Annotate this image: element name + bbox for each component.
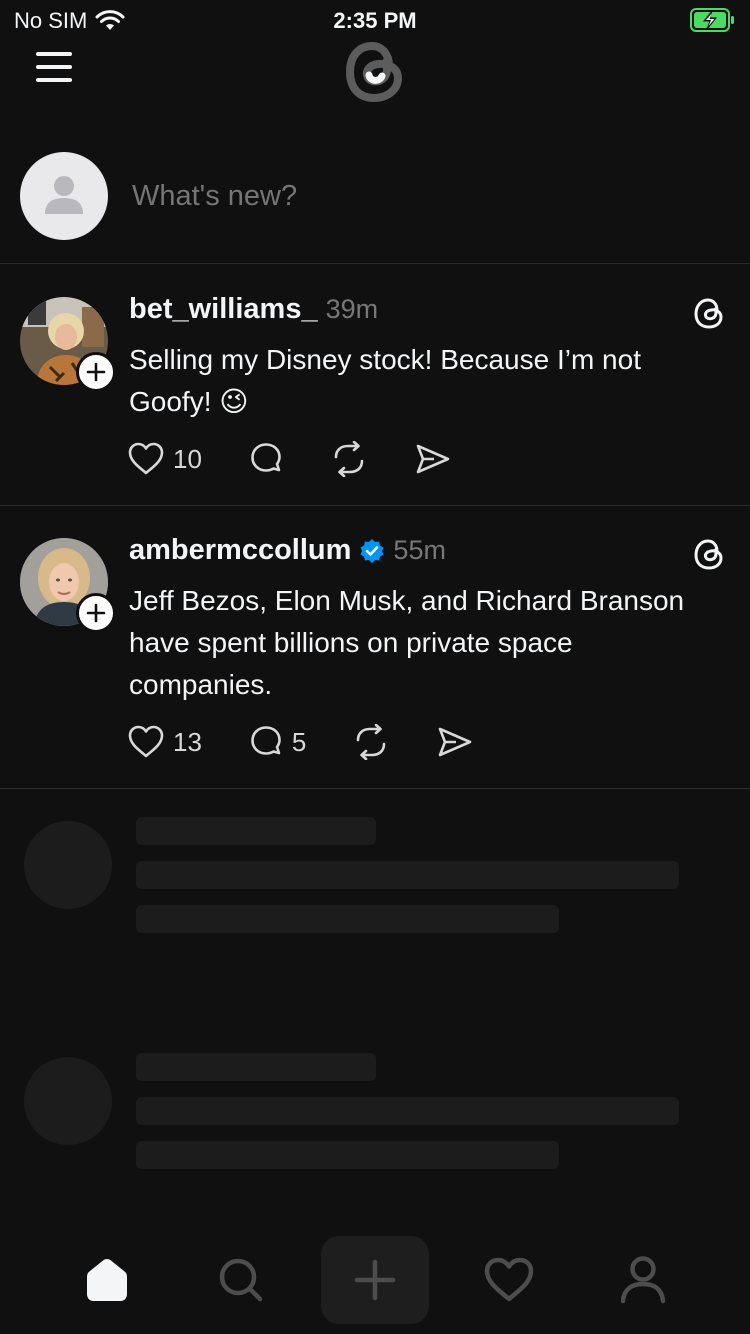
skeleton-line <box>136 905 559 933</box>
tab-activity[interactable] <box>455 1236 563 1324</box>
verified-badge-icon <box>360 538 384 563</box>
send-icon <box>439 727 472 757</box>
post-time: 55m <box>393 535 446 565</box>
post-header: ambermccollum 55m <box>129 534 446 567</box>
heart-icon <box>128 725 164 758</box>
comment-icon <box>251 443 281 472</box>
repost-icon <box>357 724 386 760</box>
like-button[interactable]: 13 <box>127 724 202 760</box>
reply-count: 5 <box>291 726 307 757</box>
menu-line <box>36 78 72 82</box>
plus-icon <box>86 603 106 623</box>
username[interactable]: bet_williams_ <box>129 293 318 326</box>
skeleton-avatar <box>24 821 112 909</box>
threads-icon[interactable] <box>692 536 726 572</box>
skeleton-line <box>136 1097 679 1125</box>
menu-button[interactable] <box>36 52 76 86</box>
like-count: 13 <box>173 726 202 757</box>
skeleton-line <box>136 1053 376 1081</box>
post-actions: 13 5 <box>127 724 474 760</box>
comment-icon <box>251 726 281 755</box>
heart-icon <box>128 442 164 475</box>
threads-logo-icon[interactable] <box>342 36 408 106</box>
share-button[interactable] <box>414 441 452 477</box>
reply-button[interactable]: 5 <box>248 724 306 760</box>
post-text: Selling my Disney stock! Because I’m not… <box>129 344 641 417</box>
skeleton-line <box>136 1141 559 1169</box>
tab-profile[interactable] <box>589 1236 697 1324</box>
menu-line <box>36 52 72 56</box>
home-icon <box>87 1259 127 1301</box>
threads-icon[interactable] <box>692 295 726 331</box>
search-icon <box>219 1258 263 1302</box>
tab-home[interactable] <box>53 1236 161 1324</box>
skeleton-line <box>136 861 679 889</box>
repost-button[interactable] <box>330 441 368 477</box>
plus-icon <box>86 362 106 382</box>
default-avatar-icon <box>45 176 83 214</box>
username[interactable]: ambermccollum <box>129 534 351 567</box>
thread-post[interactable]: ambermccollum 55m Jeff Bezos, Elon Musk,… <box>0 506 750 789</box>
follow-plus-button[interactable] <box>76 352 116 392</box>
skeleton-avatar <box>24 1057 112 1145</box>
own-avatar[interactable] <box>20 152 108 240</box>
repost-button[interactable] <box>352 724 390 760</box>
post-actions: 10 <box>127 441 452 477</box>
share-button[interactable] <box>436 724 474 760</box>
like-count: 10 <box>173 443 202 474</box>
plus-icon <box>354 1259 396 1301</box>
person-icon <box>620 1256 666 1304</box>
send-icon <box>416 444 450 474</box>
menu-line <box>36 65 72 69</box>
whats-new-input[interactable] <box>132 180 692 213</box>
thread-post[interactable]: bet_williams_ 39m Selling my Disney stoc… <box>0 265 750 506</box>
post-time: 39m <box>325 294 379 324</box>
follow-plus-button[interactable] <box>76 593 116 633</box>
status-bar: No SIM 2:35 PM <box>0 0 750 40</box>
battery-charging-icon <box>690 8 736 37</box>
tab-search[interactable] <box>187 1236 295 1324</box>
heart-icon <box>484 1257 534 1302</box>
skeleton-line <box>136 817 376 845</box>
clock: 2:35 PM <box>333 8 417 33</box>
tab-new-thread[interactable] <box>321 1236 429 1324</box>
tab-bar <box>0 1236 750 1334</box>
repost-icon <box>334 441 364 477</box>
reply-button[interactable] <box>248 441 284 477</box>
post-text: Jeff Bezos, Elon Musk, and Richard Brans… <box>129 585 685 700</box>
post-header: bet_williams_ 39m <box>129 293 378 326</box>
like-button[interactable]: 10 <box>127 441 202 477</box>
composer[interactable] <box>0 140 750 264</box>
